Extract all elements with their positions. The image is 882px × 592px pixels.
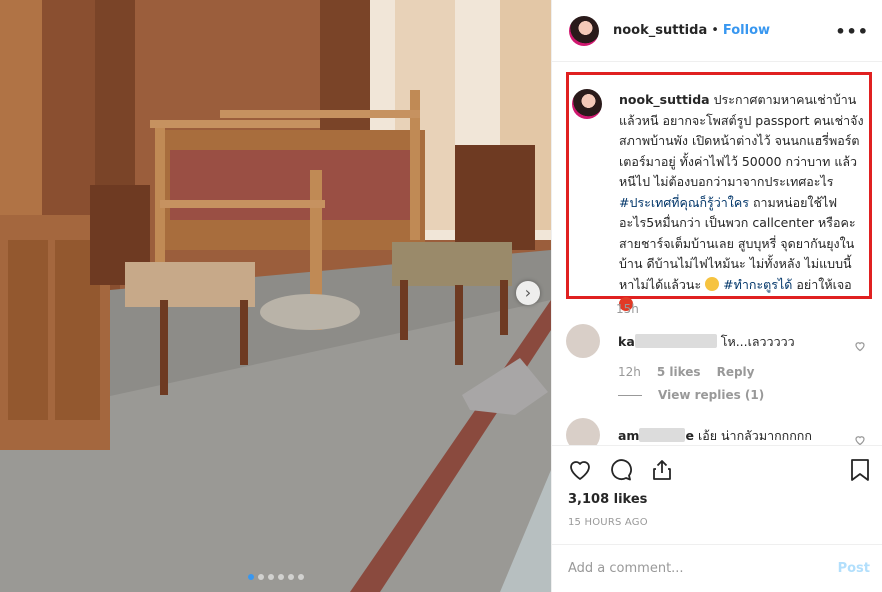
carousel-dot	[247, 574, 254, 580]
comment-username[interactable]: ka	[618, 334, 635, 349]
comment-meta: 12h 5 likes Reply	[618, 365, 754, 379]
comment-body: โห...เลววววว	[720, 334, 795, 349]
comment-username[interactable]: am e	[618, 428, 694, 443]
header-separator: •	[711, 23, 719, 38]
chevron-right-icon: ›	[524, 283, 532, 302]
blurred-username	[639, 428, 686, 442]
view-replies-button[interactable]: View replies (1)	[618, 388, 764, 402]
post-timestamp: 15 HOURS AGO	[568, 517, 648, 528]
post-comment-button[interactable]: Post	[838, 561, 870, 576]
blurred-username	[634, 334, 717, 348]
caption-body: อย่าให้เจอ	[792, 276, 852, 292]
comment-body: เอ้ย น่ากลัวมากกกกก	[697, 428, 812, 443]
comment-text: am e เอ้ย น่ากลัวมากกกกก	[618, 426, 812, 446]
carousel-dot	[287, 574, 294, 580]
post-actions: 3,108 likes 15 HOURS AGO	[552, 445, 882, 545]
replies-divider	[618, 394, 642, 396]
comment-bubble-icon[interactable]	[609, 458, 633, 482]
post-photo[interactable]: ›	[0, 0, 551, 592]
caption-timestamp: 15h	[616, 302, 639, 316]
carousel-dot	[277, 574, 284, 580]
view-replies-label: View replies (1)	[658, 388, 765, 402]
avatar[interactable]	[566, 324, 600, 358]
comment-time: 12h	[618, 365, 641, 379]
share-icon[interactable]	[650, 458, 674, 482]
post-detail-panel: nook_suttida • Follow ••• nook_suttida ป…	[551, 0, 882, 592]
room-photo	[0, 0, 551, 592]
caption-avatar[interactable]	[572, 89, 602, 119]
follow-button[interactable]: Follow	[723, 23, 770, 38]
reply-button[interactable]: Reply	[717, 365, 755, 379]
carousel-dot	[257, 574, 264, 580]
heart-icon[interactable]	[854, 340, 866, 352]
action-icons	[568, 458, 674, 482]
hashtag-link[interactable]: #ประเทศที่คุณก็รู้ว่าใคร	[619, 195, 749, 210]
comment-input[interactable]	[568, 561, 818, 576]
caption-username[interactable]: nook_suttida	[619, 92, 710, 107]
bookmark-icon[interactable]	[849, 458, 871, 482]
comment-text: ka โห...เลววววว	[618, 332, 795, 352]
sad-face-emoji-icon	[705, 276, 720, 291]
carousel-dots	[0, 574, 551, 580]
add-comment-bar: Post	[552, 544, 882, 592]
caption-highlight-box: nook_suttida ประกาศตามหาคนเช่าบ้าน แล้วห…	[566, 72, 872, 311]
more-options-icon[interactable]: •••	[835, 22, 869, 41]
post-header: nook_suttida • Follow •••	[552, 0, 882, 62]
avatar[interactable]	[569, 15, 599, 46]
caption-text: nook_suttida ประกาศตามหาคนเช่าบ้าน แล้วห…	[619, 90, 865, 316]
likes-count[interactable]: 3,108 likes	[568, 492, 647, 507]
hashtag-link[interactable]: #ทำกะตูรได้	[723, 277, 792, 292]
photo-next-button[interactable]: ›	[516, 281, 540, 305]
username-link[interactable]: nook_suttida	[613, 23, 707, 38]
carousel-dot	[297, 574, 304, 580]
carousel-dot	[267, 574, 274, 580]
like-heart-icon[interactable]	[568, 458, 592, 482]
comment-likes[interactable]: 5 likes	[657, 365, 701, 379]
